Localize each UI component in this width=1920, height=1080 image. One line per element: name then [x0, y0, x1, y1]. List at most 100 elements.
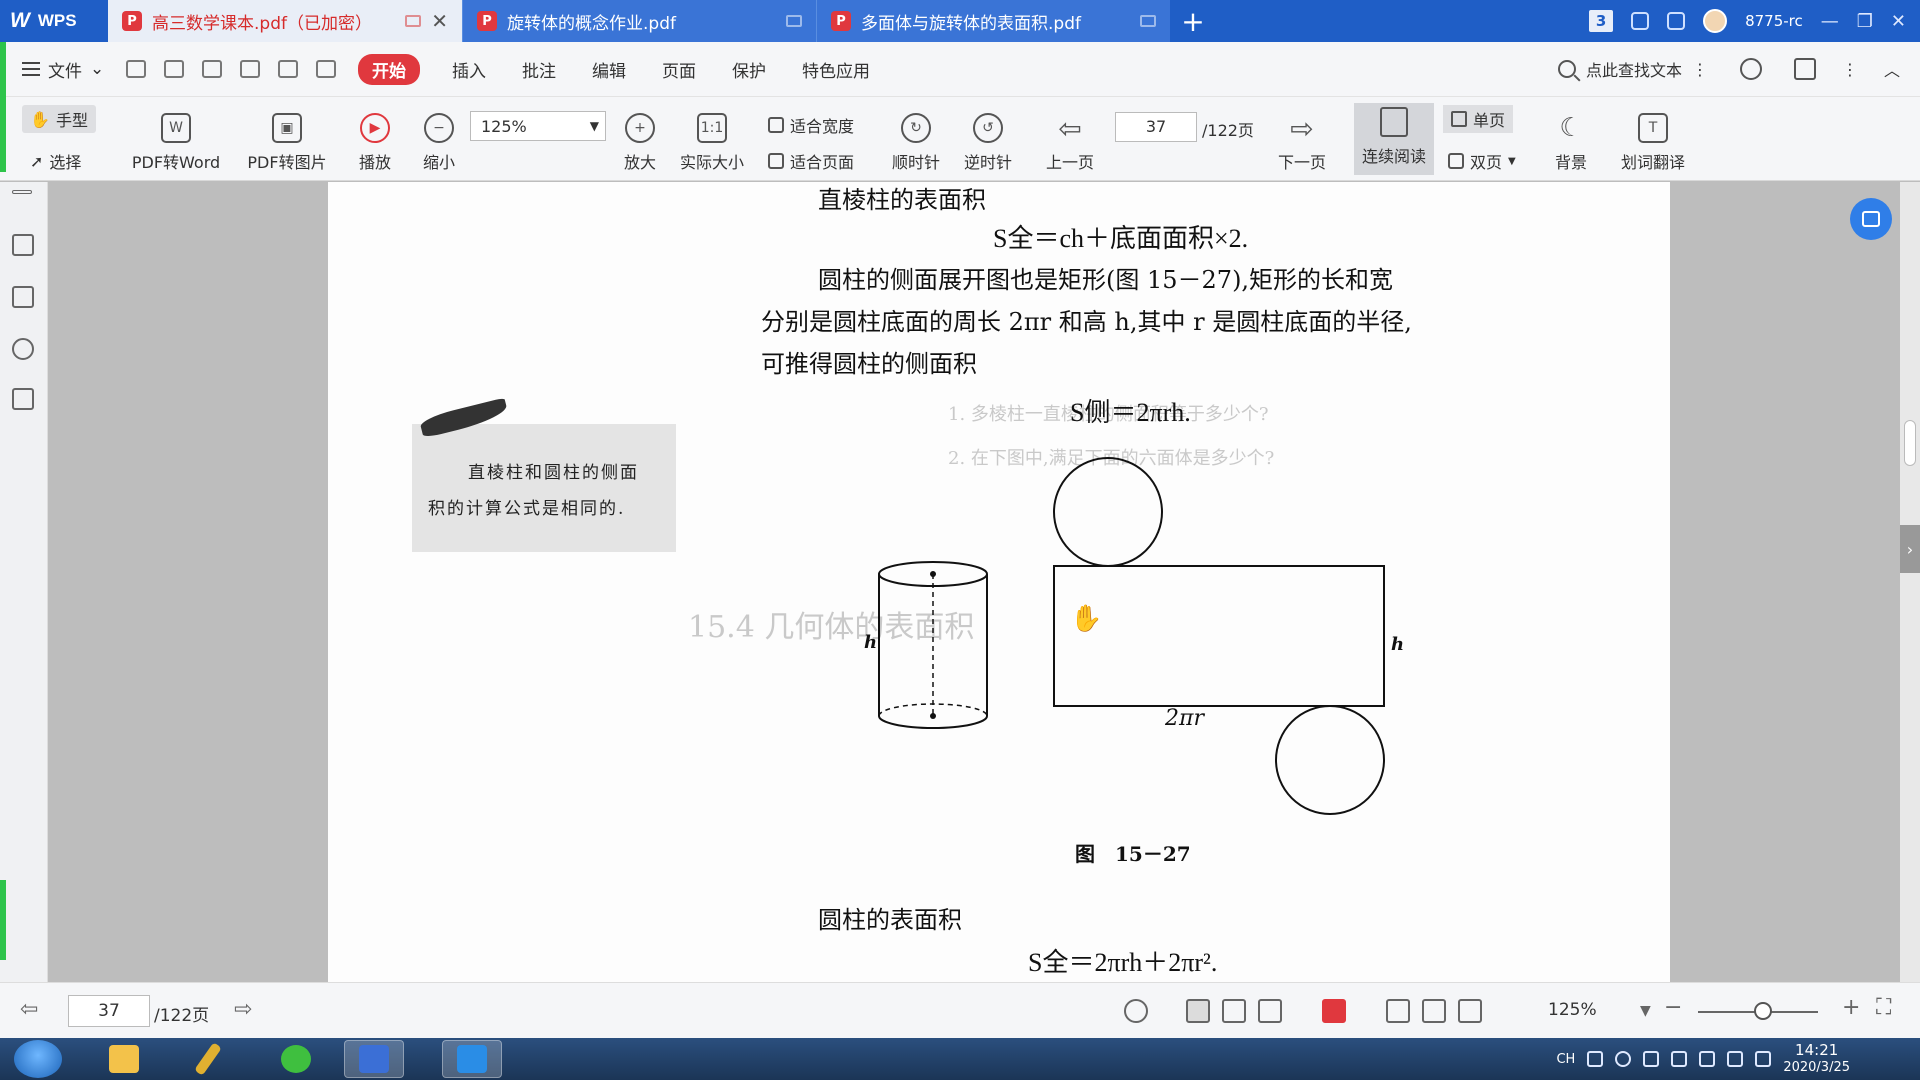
- restore-icon[interactable]: ❐: [1857, 11, 1873, 32]
- skin-icon[interactable]: [1667, 12, 1686, 30]
- zoom-minus-icon[interactable]: −: [1664, 995, 1682, 1020]
- print-icon[interactable]: [202, 60, 222, 78]
- taskbar-brush-app[interactable]: [178, 1040, 238, 1078]
- close-icon[interactable]: ✕: [1891, 11, 1906, 32]
- find-text[interactable]: 点此查找文本 ⋮ ⋮ ︿: [1557, 57, 1920, 81]
- action-center-icon[interactable]: [1671, 1051, 1688, 1067]
- zoom-plus-icon[interactable]: +: [1842, 995, 1860, 1020]
- tab-page[interactable]: 页面: [644, 57, 714, 82]
- zoom-select[interactable]: 125% ▼: [470, 111, 606, 141]
- tab-dock-icon[interactable]: [1140, 15, 1156, 27]
- collapse-ribbon-icon[interactable]: ︿: [1884, 57, 1900, 81]
- window-count-badge[interactable]: 3: [1589, 10, 1614, 32]
- pdf-to-word-button[interactable]: W PDF转Word: [128, 107, 224, 173]
- status-page-input[interactable]: 37: [68, 995, 150, 1027]
- input-language[interactable]: CH: [1556, 1052, 1575, 1067]
- taskbar-browser[interactable]: [266, 1040, 326, 1078]
- fit-page-button[interactable]: 适合页面: [768, 149, 854, 173]
- zoom-slider-knob[interactable]: [1754, 1002, 1772, 1020]
- fullscreen-icon[interactable]: ⛶: [1876, 995, 1891, 1020]
- continuous-view-icon[interactable]: [1186, 999, 1210, 1023]
- zoom-in-button[interactable]: + 放大: [614, 107, 666, 173]
- tab-insert[interactable]: 插入: [434, 57, 504, 82]
- account-name[interactable]: 8775-rc: [1745, 12, 1803, 30]
- background-button[interactable]: ☾ 背景: [1540, 107, 1602, 173]
- more-icon[interactable]: ⋮: [1692, 60, 1708, 79]
- rotate-clockwise-button[interactable]: ↻ 顺时针: [886, 107, 946, 173]
- tab-start[interactable]: 开始: [358, 53, 420, 85]
- taskbar-explorer[interactable]: [94, 1040, 154, 1078]
- tab-protect[interactable]: 保护: [714, 57, 784, 82]
- settings-icon[interactable]: [1739, 58, 1762, 80]
- cloud-sync-icon[interactable]: [1631, 12, 1650, 30]
- play-slideshow-icon[interactable]: [1322, 999, 1346, 1023]
- tab-annotate[interactable]: 批注: [504, 57, 574, 82]
- system-clock[interactable]: 14:21 2020/3/25: [1783, 1041, 1850, 1077]
- export-icon[interactable]: [316, 60, 336, 78]
- tab-surface-area[interactable]: P 多面体与旋转体的表面积.pdf: [816, 0, 1170, 42]
- usb-icon[interactable]: [1699, 1051, 1716, 1067]
- double-page-button[interactable]: 双页 ▼: [1448, 149, 1516, 173]
- avatar[interactable]: [1703, 9, 1728, 33]
- tray-expand-icon[interactable]: [1643, 1051, 1660, 1067]
- pdf-to-image-button[interactable]: ▣ PDF转图片: [244, 107, 330, 173]
- eye-care-icon[interactable]: [1124, 999, 1148, 1023]
- taskbar-mountain-app[interactable]: [442, 1040, 502, 1078]
- double-view-icon[interactable]: [1258, 999, 1282, 1023]
- hand-tool-button[interactable]: ✋ 手型: [22, 105, 96, 133]
- expand-panel-button[interactable]: ›: [1900, 525, 1920, 573]
- wps-logo[interactable]: W WPS: [0, 0, 108, 42]
- prev-page-button[interactable]: ⇦ 上一页: [1040, 107, 1100, 173]
- next-page-icon[interactable]: ⇨: [234, 997, 252, 1022]
- tab-homework[interactable]: P 旋转体的概念作业.pdf: [462, 0, 816, 42]
- select-tool-button[interactable]: ➚ 选择: [30, 149, 81, 173]
- save-icon[interactable]: [164, 60, 184, 78]
- file-menu-button[interactable]: 文件 ⌄: [0, 57, 112, 82]
- floating-tool-button[interactable]: [1850, 198, 1892, 240]
- fit-width-button[interactable]: 适合宽度: [768, 113, 854, 137]
- chevron-down-icon[interactable]: ▼: [1640, 1003, 1651, 1019]
- thumbnail-icon[interactable]: [12, 286, 34, 308]
- single-page-button[interactable]: 单页: [1443, 105, 1513, 133]
- minimize-icon[interactable]: —: [1821, 11, 1839, 32]
- actual-size-icon[interactable]: [1386, 999, 1410, 1023]
- tab-special-apps[interactable]: 特色应用: [784, 57, 888, 82]
- redo-icon[interactable]: [278, 60, 298, 78]
- zoom-out-button[interactable]: − 缩小: [414, 107, 464, 173]
- new-tab-button[interactable]: +: [1170, 0, 1216, 42]
- clock-date: 2020/3/25: [1783, 1060, 1850, 1075]
- fit-page-icon[interactable]: [1422, 999, 1446, 1023]
- prev-page-icon[interactable]: ⇦: [20, 997, 38, 1022]
- comment-icon[interactable]: [1793, 58, 1816, 80]
- actual-size-button[interactable]: 1:1 实际大小: [674, 107, 750, 173]
- help-icon[interactable]: [1615, 1051, 1632, 1067]
- play-button[interactable]: ▶ 播放: [350, 107, 400, 173]
- tab-close-icon[interactable]: ✕: [431, 9, 448, 33]
- volume-icon[interactable]: [1755, 1051, 1772, 1067]
- undo-icon[interactable]: [240, 60, 260, 78]
- rotate-counterclockwise-button[interactable]: ↺ 逆时针: [958, 107, 1018, 173]
- next-page-button[interactable]: ⇨ 下一页: [1272, 107, 1332, 173]
- page-number-input[interactable]: 37: [1115, 112, 1197, 142]
- open-folder-icon[interactable]: [126, 60, 146, 78]
- keyboard-icon[interactable]: [1587, 1051, 1604, 1067]
- outline-icon[interactable]: [12, 234, 34, 256]
- scrollbar-thumb[interactable]: [1904, 420, 1916, 466]
- more-vertical-icon[interactable]: ⋮: [1842, 60, 1858, 79]
- bookmark-icon[interactable]: [12, 388, 34, 410]
- taskbar-wps[interactable]: [344, 1040, 404, 1078]
- start-button[interactable]: [14, 1040, 62, 1078]
- network-icon[interactable]: [1727, 1051, 1744, 1067]
- tab-edit[interactable]: 编辑: [574, 57, 644, 82]
- word-translate-button[interactable]: T 划词翻译: [1614, 107, 1692, 173]
- continuous-reading-button[interactable]: 连续阅读: [1354, 103, 1434, 175]
- document-viewport[interactable]: 1. 多棱柱一直棱柱的侧面积等于多少个? 2. 在下图中,满足下面的六面体是多少…: [48, 182, 1920, 982]
- tab-dock-icon[interactable]: [786, 15, 802, 27]
- vertical-scrollbar[interactable]: [1900, 182, 1920, 982]
- fit-width-icon[interactable]: [1458, 999, 1482, 1023]
- single-view-icon[interactable]: [1222, 999, 1246, 1023]
- tab-dock-icon[interactable]: [405, 15, 422, 27]
- status-zoom-value[interactable]: 125%: [1548, 1000, 1597, 1020]
- annotation-icon[interactable]: [12, 338, 34, 360]
- tab-textbook[interactable]: P 高三数学课本.pdf（已加密） ✕: [108, 0, 462, 42]
